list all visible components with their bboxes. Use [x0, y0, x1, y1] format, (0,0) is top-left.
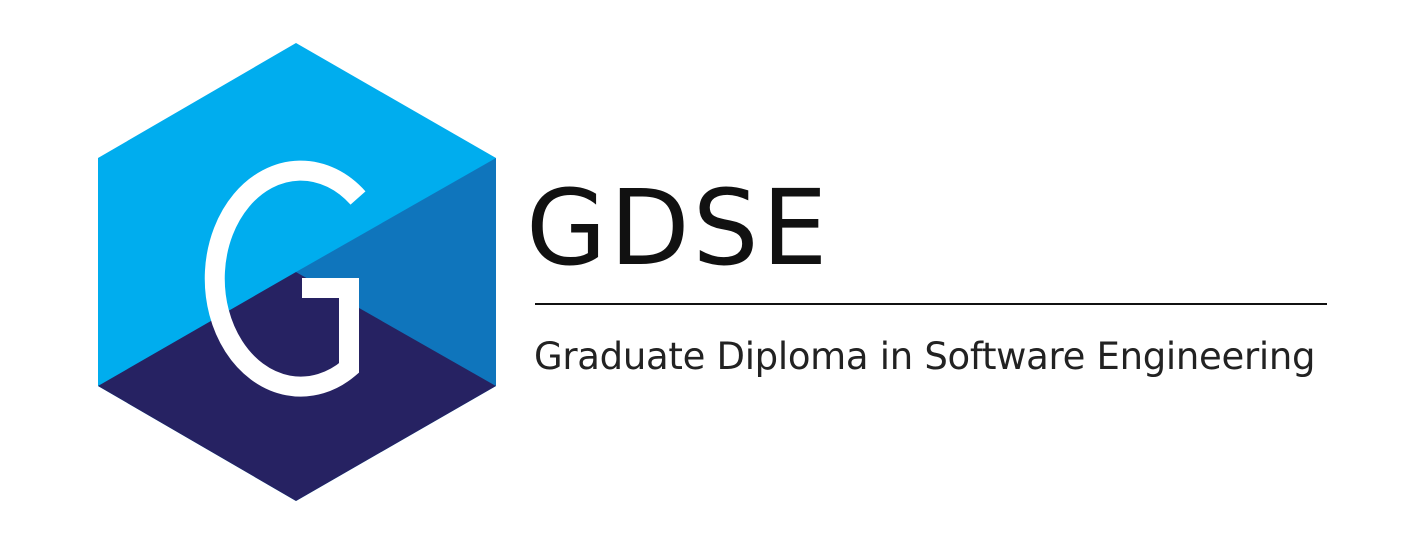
brand-acronym: GDSE — [526, 167, 831, 289]
brand-full-name: Graduate Diploma in Software Engineering — [534, 335, 1316, 378]
logo-canvas: GDSE Graduate Diploma in Software Engine… — [0, 0, 1427, 546]
divider-line — [535, 303, 1327, 305]
